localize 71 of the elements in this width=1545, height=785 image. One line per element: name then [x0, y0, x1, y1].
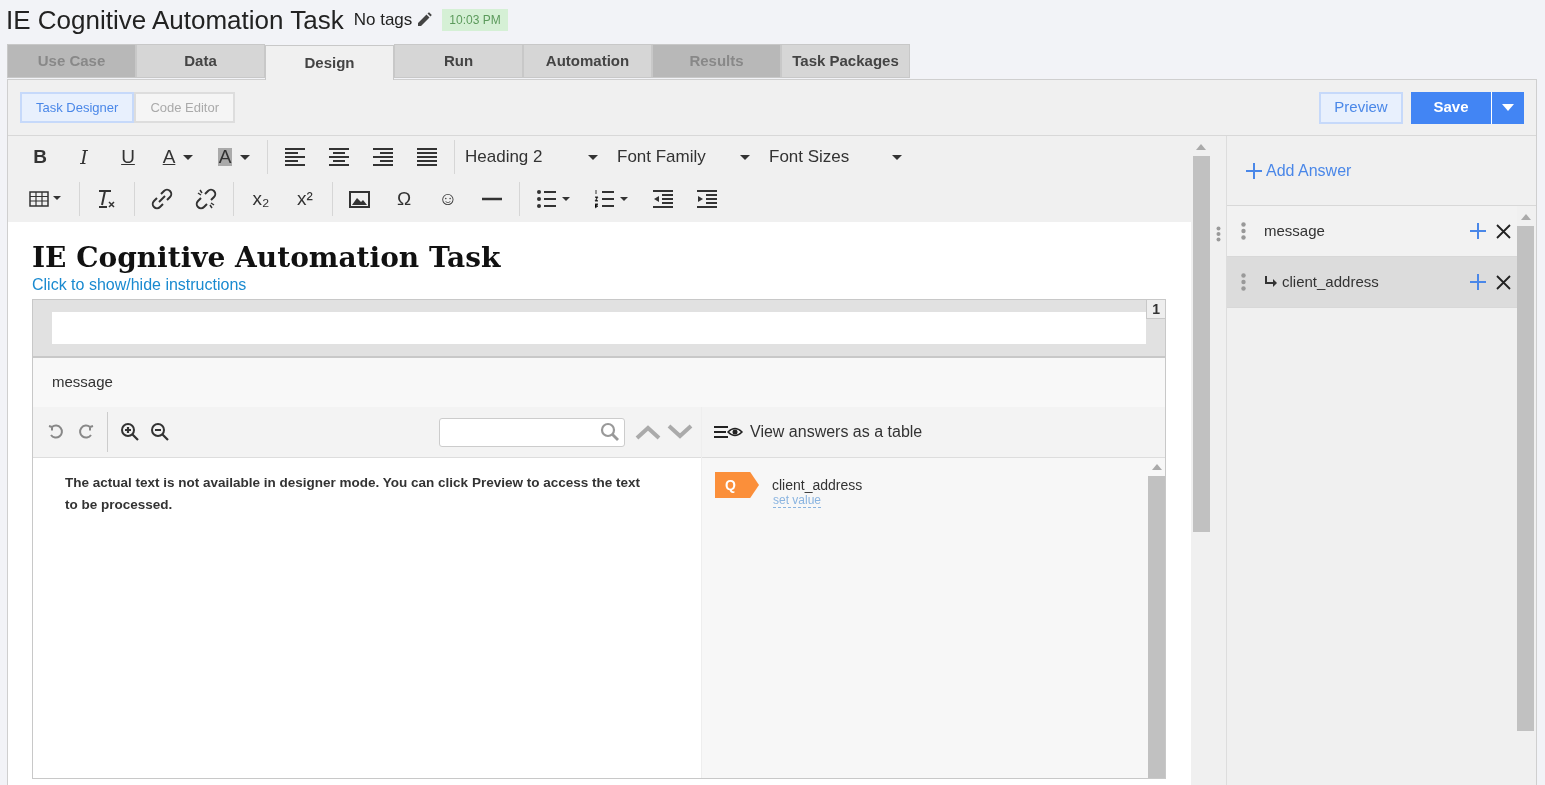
caret-icon	[183, 154, 194, 160]
horizontal-line-icon	[481, 197, 503, 201]
search-icon	[600, 422, 620, 442]
caret-icon	[588, 154, 598, 160]
insert-symbol-button[interactable]: ☺	[426, 182, 470, 216]
answer-name: client_address	[1282, 271, 1379, 292]
view-answers-link[interactable]: View answers as a table	[750, 420, 923, 444]
caret-icon	[240, 154, 251, 160]
insert-symbol-button[interactable]: x₂	[239, 182, 283, 216]
format-dropdown[interactable]: Heading 2	[460, 140, 612, 174]
plus-icon	[1246, 162, 1262, 179]
background-color-button[interactable]: A	[206, 140, 262, 174]
add-icon[interactable]	[1470, 223, 1486, 239]
numbered-list-icon	[594, 188, 630, 210]
undo-icon[interactable]	[47, 423, 65, 441]
justify-icon	[416, 146, 438, 168]
answer-row[interactable]: client_address	[1227, 257, 1517, 308]
redo-icon[interactable]	[77, 423, 95, 441]
align-center-icon	[328, 146, 350, 168]
underline-button[interactable]: U	[106, 140, 150, 174]
tab[interactable]: Data	[136, 44, 265, 78]
notice-text: The actual text is not available in designer mode. You can click Preview to access the text to be processed.	[65, 474, 641, 514]
close-icon[interactable]	[1496, 274, 1511, 290]
question-name: client_address	[772, 477, 863, 493]
child-arrow-icon	[1264, 276, 1278, 288]
text-input[interactable]	[52, 312, 1146, 344]
time-badge: 10:03 PM	[442, 9, 508, 31]
zoom-out-icon[interactable]	[150, 422, 170, 442]
question-badge: Q	[715, 472, 759, 498]
tab[interactable]: Design	[265, 45, 394, 80]
splitter-handle-icon[interactable]	[1216, 226, 1221, 242]
add-icon[interactable]	[1470, 274, 1486, 290]
caret-icon	[740, 154, 750, 160]
tab[interactable]: Run	[394, 44, 523, 78]
caret-icon	[1502, 104, 1514, 111]
align-right-icon	[372, 146, 394, 168]
image-icon	[349, 188, 371, 210]
tab[interactable]: Automation	[523, 44, 652, 78]
text-color-button[interactable]: A	[150, 140, 206, 174]
save-options-button[interactable]	[1491, 91, 1524, 124]
bold-button[interactable]: B	[18, 140, 62, 174]
drag-handle-icon[interactable]	[1241, 222, 1246, 240]
outdent-icon	[652, 188, 674, 210]
align-left-icon	[284, 146, 306, 168]
table-icon	[29, 188, 63, 210]
answer-name: message	[1264, 220, 1325, 241]
caret-icon	[892, 154, 902, 160]
zoom-in-icon[interactable]	[120, 422, 140, 442]
drag-handle-icon[interactable]	[1241, 273, 1246, 291]
link-icon	[151, 188, 173, 210]
save-button[interactable]: Save	[1411, 91, 1491, 124]
pencil-icon[interactable]	[416, 12, 433, 28]
clear-format-icon	[96, 188, 118, 210]
tags-label: No tags	[353, 9, 413, 32]
table-view-icon[interactable]	[714, 425, 744, 439]
format-dropdown[interactable]: Font Family	[612, 140, 764, 174]
page-number: 1	[1146, 300, 1165, 319]
page-title: IE Cognitive Automation Task	[6, 3, 344, 37]
indent-icon	[696, 188, 718, 210]
insert-symbol-button[interactable]: x²	[283, 182, 327, 216]
tab[interactable]: Task Packages	[781, 44, 910, 78]
insert-symbol-button[interactable]: Ω	[382, 182, 426, 216]
italic-button[interactable]: I	[62, 140, 106, 174]
search-field[interactable]	[439, 417, 625, 447]
instructions-link[interactable]: Click to show/hide instructions	[32, 274, 1166, 296]
close-icon[interactable]	[1496, 223, 1511, 239]
unlink-icon	[195, 188, 217, 210]
format-dropdown[interactable]: Font Sizes	[764, 140, 916, 174]
bulleted-list-icon	[536, 188, 572, 210]
document-heading: IE Cognitive Automation Task	[32, 240, 502, 276]
field-label: message	[52, 372, 113, 393]
